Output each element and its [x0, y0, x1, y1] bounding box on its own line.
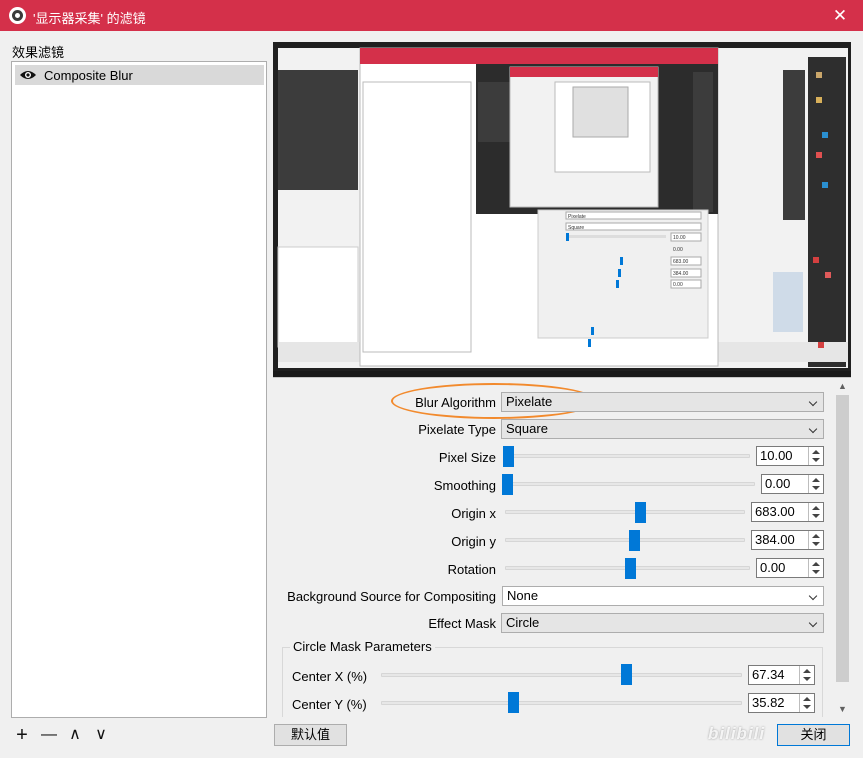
origin-x-value: 683.00: [755, 504, 795, 519]
effect-mask-label: Effect Mask: [428, 616, 496, 631]
pixel-size-slider-handle[interactable]: [503, 446, 514, 467]
smoothing-input[interactable]: 0.00: [761, 474, 824, 494]
pixelate-type-select[interactable]: Square: [501, 419, 824, 439]
smoothing-value: 0.00: [765, 476, 791, 491]
chevron-down-icon: [808, 614, 820, 632]
spin-buttons-icon[interactable]: [808, 475, 823, 493]
smoothing-slider-handle[interactable]: [502, 474, 513, 495]
spin-buttons-icon[interactable]: [808, 503, 823, 521]
close-button[interactable]: 关闭: [777, 724, 850, 746]
preview-image: Pixelate Square 10.00 0.00 683.00 384.00…: [273, 42, 851, 377]
rotation-slider-handle[interactable]: [625, 558, 636, 579]
center-y-slider[interactable]: [381, 701, 742, 705]
spin-buttons-icon[interactable]: [799, 666, 814, 684]
blur-algorithm-value: Pixelate: [506, 394, 553, 409]
move-up-icon[interactable]: ∧: [64, 724, 86, 746]
effect-mask-value: Circle: [506, 615, 540, 630]
origin-y-label: Origin y: [451, 534, 496, 549]
center-y-label: Center Y (%): [292, 697, 367, 712]
origin-y-value: 384.00: [755, 532, 795, 547]
filter-preview: Pixelate Square 10.00 0.00 683.00 384.00…: [273, 42, 851, 377]
chevron-down-icon: [808, 393, 820, 411]
pixel-size-value: 10.00: [760, 448, 793, 463]
preview-text: 0.00: [673, 282, 683, 288]
preview-text: Square: [568, 225, 584, 231]
eye-visibility-icon[interactable]: [19, 69, 37, 81]
chevron-down-icon: [808, 587, 820, 605]
bilibili-watermark: bilibili: [708, 724, 766, 743]
pixel-size-input[interactable]: 10.00: [756, 446, 824, 466]
properties-panel[interactable]: Blur Algorithm Pixelate Pixelate Type Sq…: [273, 377, 851, 717]
defaults-button[interactable]: 默认值: [274, 724, 347, 746]
origin-y-slider-handle[interactable]: [629, 530, 640, 551]
rotation-label: Rotation: [447, 562, 496, 577]
rotation-value: 0.00: [760, 560, 786, 575]
move-down-icon[interactable]: ∨: [90, 724, 112, 746]
filter-item[interactable]: Composite Blur: [15, 65, 264, 85]
spin-buttons-icon[interactable]: [808, 531, 823, 549]
center-x-label: Center X (%): [292, 669, 368, 684]
circle-mask-title: Circle Mask Parameters: [290, 639, 435, 654]
scrollbar-thumb[interactable]: [836, 395, 849, 682]
center-y-input[interactable]: 35.82: [748, 693, 815, 713]
obs-app-icon: [9, 7, 26, 24]
spin-buttons-icon[interactable]: [808, 447, 823, 465]
center-x-slider-handle[interactable]: [621, 664, 633, 685]
smoothing-slider[interactable]: [505, 482, 755, 486]
preview-text: 10.00: [673, 235, 686, 241]
spin-buttons-icon[interactable]: [808, 559, 823, 577]
center-y-slider-handle[interactable]: [507, 692, 519, 713]
background-source-value: None: [507, 588, 539, 603]
blur-algorithm-label: Blur Algorithm: [415, 395, 496, 410]
center-x-slider[interactable]: [381, 673, 742, 677]
pixel-size-slider[interactable]: [505, 454, 750, 458]
remove-filter-icon[interactable]: —: [38, 724, 60, 746]
background-source-label: Background Source for Compositing: [287, 589, 496, 604]
filters-list[interactable]: Composite Blur: [11, 61, 267, 718]
preview-text: 384.00: [673, 271, 689, 277]
center-y-value: 35.82: [752, 695, 785, 710]
scroll-up-icon[interactable]: ▲: [834, 378, 851, 395]
origin-y-input[interactable]: 384.00: [751, 530, 824, 550]
pixelate-type-value: Square: [506, 421, 548, 436]
rotation-input[interactable]: 0.00: [756, 558, 824, 578]
filter-name: Composite Blur: [44, 68, 133, 83]
pixel-size-label: Pixel Size: [438, 450, 496, 465]
chevron-down-icon: [808, 420, 820, 438]
add-filter-icon[interactable]: +: [11, 724, 33, 746]
origin-x-input[interactable]: 683.00: [751, 502, 824, 522]
effect-mask-select[interactable]: Circle: [501, 613, 824, 633]
effect-filters-label: 效果滤镜: [12, 45, 65, 60]
window-title: '显示器采集' 的滤镜: [33, 11, 146, 26]
properties-scrollbar[interactable]: ▲ ▼: [834, 378, 851, 717]
spin-buttons-icon[interactable]: [799, 694, 814, 712]
background-source-select[interactable]: None: [502, 586, 824, 606]
origin-x-slider[interactable]: [505, 510, 745, 514]
center-x-value: 67.34: [752, 667, 785, 682]
origin-y-slider[interactable]: [505, 538, 745, 542]
smoothing-label: Smoothing: [433, 478, 496, 493]
preview-text: 0.00: [673, 247, 683, 253]
center-x-input[interactable]: 67.34: [748, 665, 815, 685]
origin-x-label: Origin x: [451, 506, 496, 521]
close-window-button[interactable]: ✕: [817, 0, 863, 31]
blur-algorithm-select[interactable]: Pixelate: [501, 392, 824, 412]
preview-text: Pixelate: [568, 214, 586, 220]
title-bar: '显示器采集' 的滤镜 ✕: [0, 0, 863, 31]
pixelate-type-label: Pixelate Type: [418, 422, 496, 437]
preview-text: 683.00: [673, 259, 689, 265]
scroll-down-icon[interactable]: ▼: [834, 701, 851, 717]
origin-x-slider-handle[interactable]: [635, 502, 646, 523]
